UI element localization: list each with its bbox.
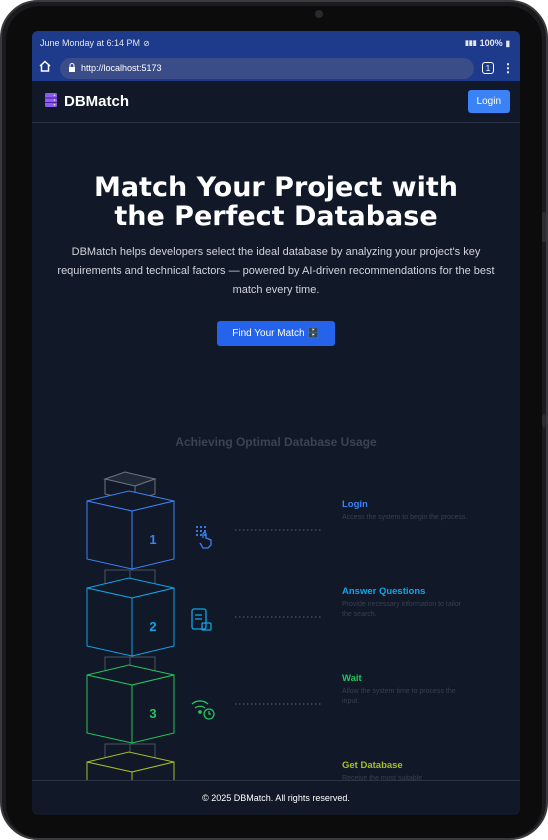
battery-level: 100% bbox=[479, 38, 503, 48]
brand-name: DBMatch bbox=[64, 93, 130, 110]
more-menu-icon[interactable]: ⋮ bbox=[502, 61, 514, 75]
step-title: Wait bbox=[342, 673, 362, 684]
step-number: 1 bbox=[149, 532, 156, 547]
main-content: Match Your Project with the Perfect Data… bbox=[32, 123, 520, 780]
step-description: Provide necessary information to tailor … bbox=[342, 601, 462, 618]
tower-block-4: 4 bbox=[86, 743, 175, 780]
url-field[interactable]: http://localhost:5173 bbox=[60, 57, 474, 79]
brand-logo-link[interactable]: DBMatch bbox=[44, 92, 129, 112]
volume-button bbox=[542, 212, 546, 242]
step-number: 2 bbox=[149, 619, 156, 634]
status-bar: June Monday at 6:14 PM ⊘ ▮▮▮ 100% ▮ bbox=[32, 31, 520, 55]
step-title: Get Database bbox=[342, 760, 403, 771]
address-bar: http://localhost:5173 1 ⋮ bbox=[32, 55, 520, 81]
battery-icon: ▮ bbox=[505, 38, 510, 48]
tower-block-3: 3 bbox=[86, 656, 175, 744]
lock-icon bbox=[68, 62, 76, 74]
power-button bbox=[542, 414, 546, 428]
keypad-touch-icon bbox=[195, 525, 212, 549]
database-icon bbox=[44, 92, 58, 112]
login-button[interactable]: Login bbox=[467, 90, 510, 113]
home-icon[interactable] bbox=[38, 59, 52, 78]
step-title: Login bbox=[342, 499, 368, 510]
site-footer: © 2025 DBMatch. All rights reserved. bbox=[32, 780, 520, 815]
notification-icon: ⊘ bbox=[143, 38, 150, 48]
form-tablet-icon bbox=[191, 608, 212, 631]
site-header: DBMatch Login bbox=[32, 81, 520, 123]
tower-block-2: 2 bbox=[86, 569, 175, 657]
signal-clock-icon bbox=[191, 700, 215, 720]
step-description: Access the system to begin the process. bbox=[342, 514, 468, 521]
browser-screen: June Monday at 6:14 PM ⊘ ▮▮▮ 100% ▮ http… bbox=[32, 31, 520, 815]
copyright-text: © 2025 DBMatch. All rights reserved. bbox=[202, 793, 350, 803]
tab-switcher-button[interactable]: 1 bbox=[482, 62, 494, 74]
process-tower-illustration: 1 2 3 4 bbox=[86, 471, 322, 780]
url-text: http://localhost:5173 bbox=[81, 63, 162, 73]
status-time: June Monday at 6:14 PM bbox=[40, 38, 141, 48]
step-title: Answer Questions bbox=[342, 586, 426, 597]
tower-block-1: 1 bbox=[86, 490, 175, 570]
step-description: Allow the system time to process the inp… bbox=[342, 688, 456, 705]
tablet-frame: June Monday at 6:14 PM ⊘ ▮▮▮ 100% ▮ http… bbox=[0, 0, 548, 840]
step-number: 3 bbox=[149, 706, 156, 721]
front-camera bbox=[315, 10, 323, 18]
signal-icon: ▮▮▮ bbox=[465, 40, 477, 47]
